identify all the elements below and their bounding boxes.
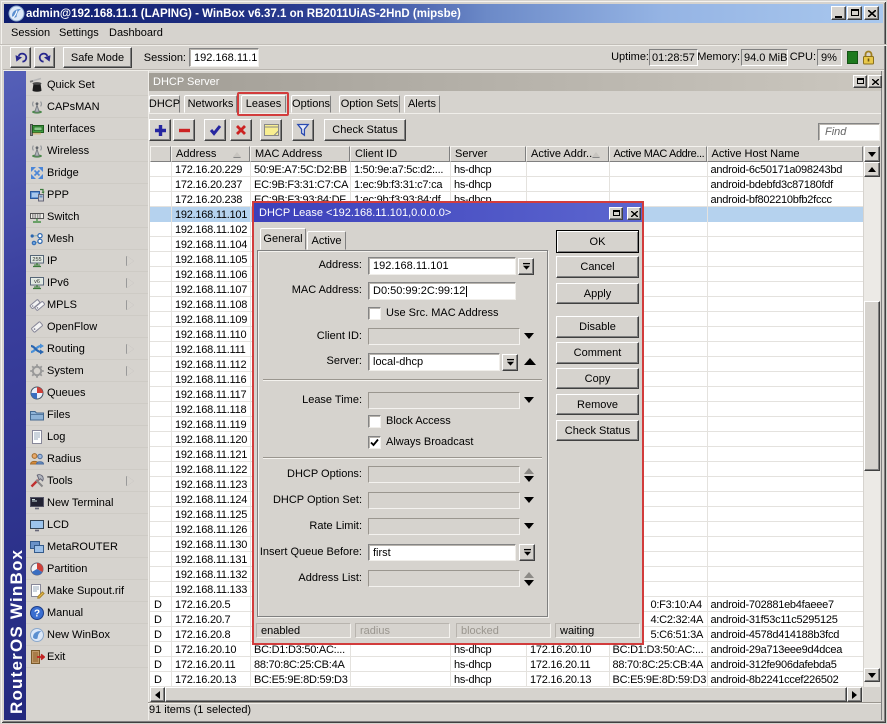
- svg-text:255: 255: [32, 257, 41, 263]
- svg-text:?: ?: [34, 608, 40, 619]
- svg-text:v6: v6: [34, 279, 40, 285]
